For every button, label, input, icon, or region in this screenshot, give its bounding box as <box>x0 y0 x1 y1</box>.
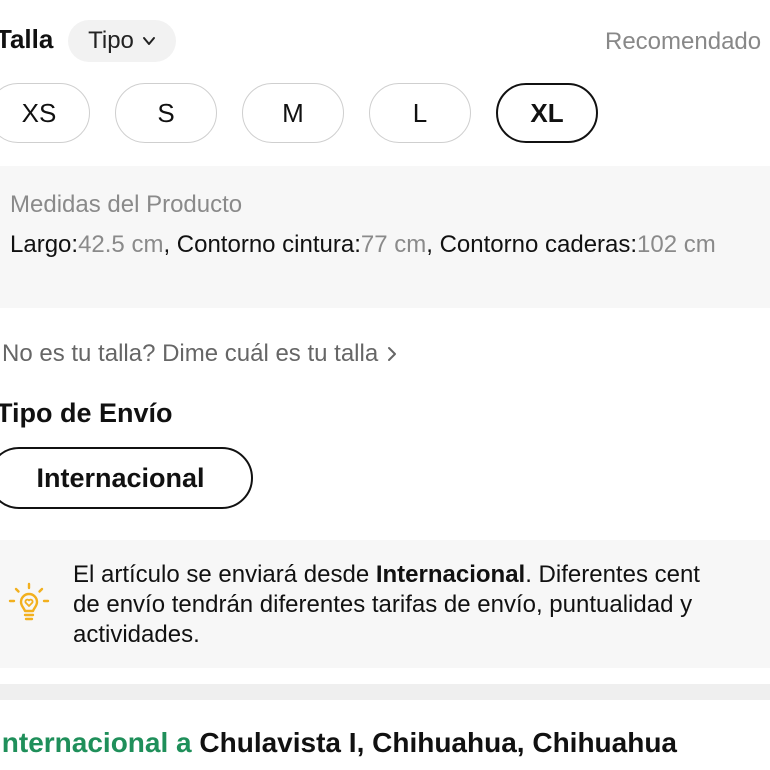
size-type-label: Tipo <box>88 27 134 54</box>
measurements-title: Medidas del Producto <box>10 191 243 218</box>
shipping-route-origin: Internacional a <box>0 727 200 758</box>
size-option-xl[interactable]: XL <box>496 83 598 143</box>
largo-label: Largo: <box>10 231 79 258</box>
separator: , <box>426 231 440 258</box>
caderas-label: Contorno caderas: <box>439 231 638 258</box>
size-option-xs[interactable]: XS <box>0 83 90 143</box>
size-option-l[interactable]: L <box>369 83 471 143</box>
section-divider <box>0 684 770 700</box>
size-help-link[interactable]: No es tu talla? Dime cuál es tu talla <box>2 340 398 368</box>
shipping-type-title: Tipo de Envío <box>0 398 173 428</box>
notice-line-2: de envío tendrán diferentes tarifas de e… <box>73 591 693 618</box>
chevron-down-icon <box>142 37 155 45</box>
notice-line-3: actividades. <box>73 621 200 648</box>
size-help-text: No es tu talla? Dime cuál es tu talla <box>2 340 379 367</box>
lightbulb-heart-icon <box>8 582 50 621</box>
shipping-notice-text: El artículo se enviará desde Internacion… <box>73 560 770 650</box>
cintura-value: 77 cm <box>360 231 427 258</box>
shipping-route[interactable]: Internacional a Chulavista I, Chihuahua,… <box>0 727 677 759</box>
largo-value: 42.5 cm <box>78 231 164 258</box>
notice-origin: Internacional <box>375 561 526 588</box>
notice-line-1: El artículo se enviará desde Internacion… <box>73 560 770 590</box>
chevron-right-icon <box>388 347 397 361</box>
size-section-title: Talla <box>0 24 54 54</box>
size-option-s[interactable]: S <box>115 83 217 143</box>
notice-suffix: . Diferentes cent <box>525 561 700 588</box>
size-option-m[interactable]: M <box>242 83 344 143</box>
separator: , <box>163 231 177 258</box>
shipping-destination: Chulavista I, Chihuahua, Chihuahua <box>199 727 678 758</box>
measurements-values: Largo:42.5 cm, Contorno cintura:77 cm, C… <box>10 230 765 260</box>
size-type-dropdown-button[interactable]: Tipo <box>68 20 176 62</box>
notice-prefix: El artículo se enviará desde <box>73 561 376 588</box>
size-recommendation-label[interactable]: Recomendado <box>605 28 761 56</box>
shipping-option-internacional[interactable]: Internacional <box>0 447 253 509</box>
cintura-label: Contorno cintura: <box>176 231 361 258</box>
caderas-value: 102 cm <box>637 231 716 258</box>
